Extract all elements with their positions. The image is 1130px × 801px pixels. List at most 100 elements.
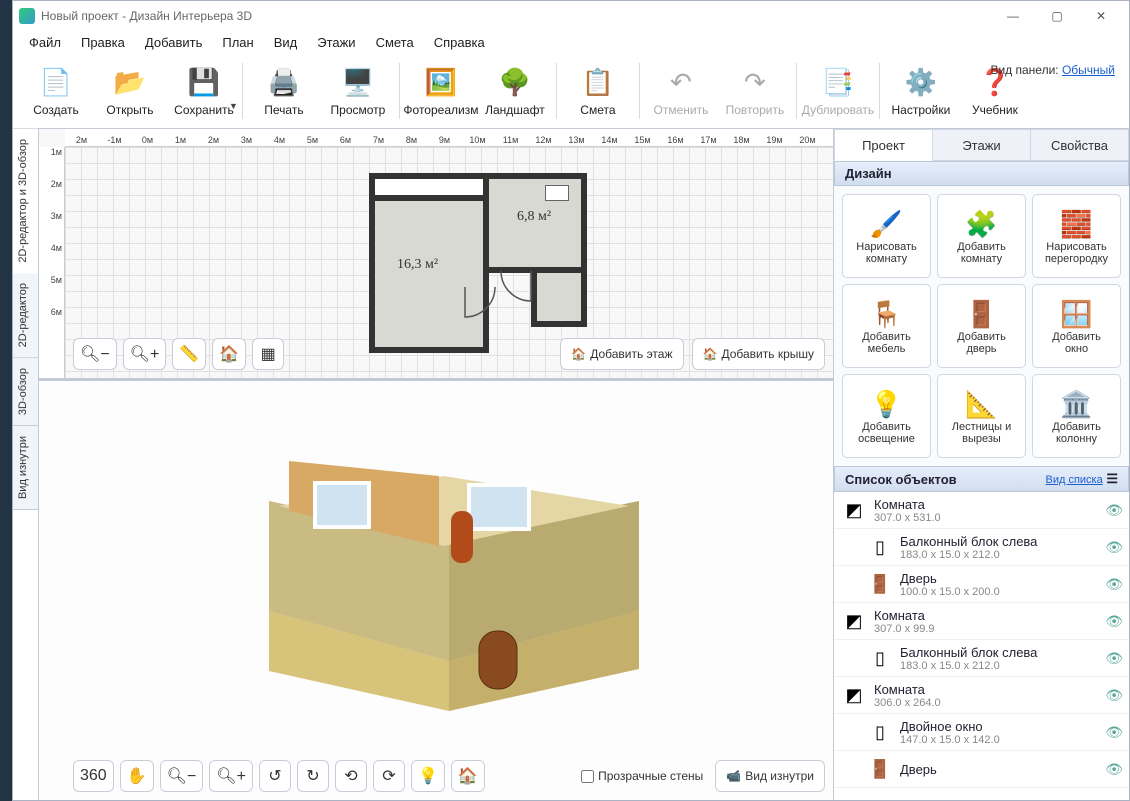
add-room-card[interactable]: 🧩Добавитькомнату (937, 194, 1026, 278)
ruler-vertical: 1м2м3м4м5м6м (39, 147, 65, 378)
menu-План[interactable]: План (214, 33, 261, 52)
visibility-icon[interactable]: 👁 (1105, 761, 1123, 778)
open-button[interactable]: 📂Открыть (93, 63, 167, 119)
menu-Этажи[interactable]: Этажи (309, 33, 363, 52)
list-item[interactable]: ▯Двойное окно147.0 x 15.0 x 142.0👁 (834, 714, 1129, 751)
visibility-icon[interactable]: 👁 (1105, 613, 1123, 630)
plan-2d-view[interactable]: 2м-1м0м1м2м3м4м5м6м7м8м9м10м11м12м13м14м… (39, 129, 833, 381)
object-icon: ◩ (840, 496, 868, 524)
orbit-right-icon[interactable]: ⟳ (373, 760, 405, 792)
list-menu-icon[interactable]: ☰ (1106, 471, 1118, 486)
undo-icon: ↶ (663, 65, 699, 101)
close-button[interactable]: ✕ (1079, 2, 1123, 30)
landscape-button[interactable]: 🌳Ландшафт (478, 63, 552, 119)
zoom-in-button[interactable]: 🔍︎+ (123, 338, 167, 370)
home-icon[interactable]: 🏠 (212, 338, 246, 370)
orbit-left-icon[interactable]: ⟲ (335, 760, 367, 792)
window-title: Новый проект - Дизайн Интерьера 3D (41, 9, 252, 23)
room-big[interactable] (369, 195, 489, 353)
visibility-icon[interactable]: 👁 (1105, 576, 1123, 593)
rtab-Проект[interactable]: Проект (834, 129, 933, 161)
add-furn-card[interactable]: 🪑Добавитьмебель (842, 284, 931, 368)
light-icon[interactable]: 💡 (411, 760, 445, 792)
settings-button[interactable]: ⚙️Настройки (884, 63, 958, 119)
rtab-Свойства[interactable]: Свойства (1031, 129, 1129, 161)
view-3d[interactable]: 360 ✋ 🔍︎− 🔍︎+ ↺ ↻ ⟲ ⟳ 💡 🏠 Прозрачные сте… (39, 381, 833, 800)
draw-room-card[interactable]: 🖌️Нарисоватькомнату (842, 194, 931, 278)
menu-Добавить[interactable]: Добавить (137, 33, 210, 52)
rotate-left-icon[interactable]: ↺ (259, 760, 291, 792)
measure-icon[interactable]: 📏 (172, 338, 206, 370)
add-floor-button[interactable]: 🏠Добавить этаж (560, 338, 683, 370)
panel-mode-link[interactable]: Обычный (1062, 63, 1115, 77)
floorplan[interactable]: 16,3 м² 6,8 м² (369, 173, 609, 353)
create-icon: 📄 (38, 65, 74, 101)
plan-actions: 🏠Добавить этаж 🏠Добавить крышу (560, 338, 825, 370)
home-3d-icon[interactable]: 🏠 (451, 760, 485, 792)
preview-icon: 🖥️ (340, 65, 376, 101)
menu-Смета[interactable]: Смета (368, 33, 422, 52)
add-furn-icon: 🪑 (870, 297, 902, 331)
app-icon (19, 8, 35, 24)
add-window-icon: 🪟 (1060, 297, 1092, 331)
add-column-card[interactable]: 🏛️Добавитьколонну (1032, 374, 1121, 458)
menu-Правка[interactable]: Правка (73, 33, 133, 52)
plan-tools: 🔍︎− 🔍︎+ 📏 🏠 ▦ (73, 338, 284, 370)
print-button[interactable]: 🖨️Печать (247, 63, 321, 119)
lefttab-0[interactable]: 2D-редактор и 3D-обзор (13, 129, 38, 273)
visibility-icon[interactable]: 👁 (1105, 539, 1123, 556)
stairs-card[interactable]: 📐Лестницы ивырезы (937, 374, 1026, 458)
landscape-icon: 🌳 (497, 65, 533, 101)
rtab-Этажи[interactable]: Этажи (933, 129, 1031, 161)
list-item[interactable]: ◩Комната307.0 x 531.0👁 (834, 492, 1129, 529)
draw-room-icon: 🖌️ (870, 207, 902, 241)
left-tabs: 2D-редактор и 3D-обзор2D-редактор3D-обзо… (13, 129, 39, 800)
maximize-button[interactable]: ▢ (1035, 2, 1079, 30)
list-item[interactable]: ◩Комната306.0 x 264.0👁 (834, 677, 1129, 714)
menu-Вид[interactable]: Вид (266, 33, 306, 52)
photoreal-button[interactable]: 🖼️Фотореализм (404, 63, 478, 119)
visibility-icon[interactable]: 👁 (1105, 687, 1123, 704)
draw-wall-card[interactable]: 🧱Нарисоватьперегородку (1032, 194, 1121, 278)
zoom-out-button[interactable]: 🔍︎− (73, 338, 117, 370)
visibility-icon[interactable]: 👁 (1105, 502, 1123, 519)
rotate-right-icon[interactable]: ↻ (297, 760, 329, 792)
preview-button[interactable]: 🖥️Просмотр (321, 63, 395, 119)
add-door-card[interactable]: 🚪Добавитьдверь (937, 284, 1026, 368)
zoom-in-3d-button[interactable]: 🔍︎+ (209, 760, 253, 792)
object-icon: 🚪 (866, 570, 894, 598)
zoom-out-3d-button[interactable]: 🔍︎− (160, 760, 204, 792)
room-corridor[interactable] (531, 267, 587, 327)
menu-Файл[interactable]: Файл (21, 33, 69, 52)
list-item[interactable]: 🚪Дверь100.0 x 15.0 x 200.0👁 (834, 566, 1129, 603)
open-icon: 📂 (112, 65, 148, 101)
room-balcony[interactable] (369, 173, 489, 201)
add-roof-button[interactable]: 🏠Добавить крышу (692, 338, 826, 370)
toolbar-separator (796, 63, 797, 119)
visibility-icon[interactable]: 👁 (1105, 724, 1123, 741)
list-item[interactable]: 🚪Дверь👁 (834, 751, 1129, 788)
visibility-icon[interactable]: 👁 (1105, 650, 1123, 667)
lefttab-1[interactable]: 2D-редактор (13, 273, 38, 358)
list-view-link[interactable]: Вид списка (1045, 474, 1102, 486)
menu-Справка[interactable]: Справка (426, 33, 493, 52)
rotate-360-icon[interactable]: 360 (73, 760, 114, 792)
list-item[interactable]: ▯Балконный блок слева183.0 x 15.0 x 212.… (834, 529, 1129, 566)
objects-list[interactable]: ◩Комната307.0 x 531.0👁▯Балконный блок сл… (834, 492, 1129, 800)
minimize-button[interactable]: — (991, 2, 1035, 30)
list-item[interactable]: ◩Комната307.0 x 99.9👁 (834, 603, 1129, 640)
create-button[interactable]: 📄Создать (19, 63, 93, 119)
grid-icon[interactable]: ▦ (252, 338, 284, 370)
transparent-walls-checkbox[interactable]: Прозрачные стены (581, 769, 703, 783)
lefttab-2[interactable]: 3D-обзор (13, 358, 38, 426)
door-arc-2 (499, 269, 535, 305)
list-item[interactable]: ▯Балконный блок слева183.0 x 15.0 x 212.… (834, 640, 1129, 677)
add-window-card[interactable]: 🪟Добавитьокно (1032, 284, 1121, 368)
estimate-button[interactable]: 📋Смета (561, 63, 635, 119)
add-light-card[interactable]: 💡Добавитьосвещение (842, 374, 931, 458)
inside-view-button[interactable]: 📹 Вид изнутри (715, 760, 825, 792)
lefttab-3[interactable]: Вид изнутри (13, 426, 38, 510)
add-light-icon: 💡 (870, 387, 902, 421)
pan-icon[interactable]: ✋ (120, 760, 154, 792)
dropdown-caret-icon[interactable]: ▼ (229, 101, 238, 111)
